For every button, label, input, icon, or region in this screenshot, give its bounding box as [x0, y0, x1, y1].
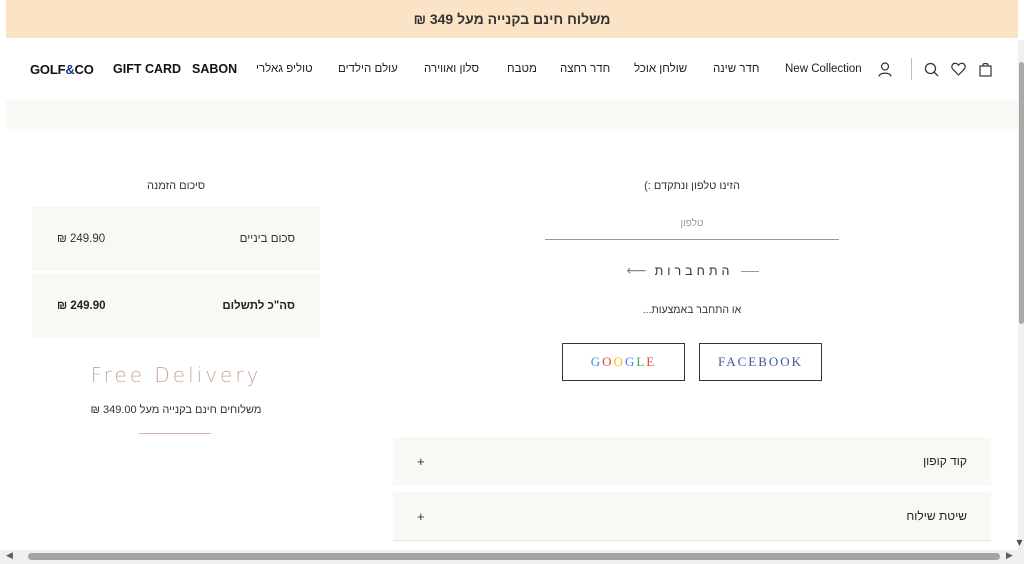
user-icon[interactable] — [876, 60, 894, 78]
logo-part-co: CO — [74, 62, 94, 77]
facebook-label: FACEBOOK — [717, 354, 804, 369]
google-letter: G — [590, 354, 603, 369]
search-icon[interactable] — [922, 60, 940, 78]
scroll-down-arrow-icon[interactable]: ▼ — [1015, 538, 1024, 548]
nav-bedroom[interactable]: חדר שינה — [713, 63, 759, 75]
connect-line — [741, 270, 760, 272]
nav-gift-card[interactable]: GIFT CARD — [113, 62, 181, 76]
accordion-edge — [393, 540, 991, 541]
announcement-text: משלוח חינם בקנייה מעל 349 ₪ — [413, 11, 611, 27]
google-login-button[interactable]: GOOGLE — [562, 343, 685, 381]
google-letter: E — [646, 354, 657, 369]
coupon-title: קוד קופון — [923, 454, 967, 468]
google-letter: O — [613, 354, 625, 369]
total-row: סה"כ לתשלום 249.90 ₪ — [32, 274, 320, 338]
social-login-caption: או התחבר באמצעות... — [642, 304, 742, 316]
logo-part-golf: GOLF — [30, 62, 66, 77]
nav-living-room[interactable]: סלון ואווירה — [424, 63, 479, 75]
nav-kitchen[interactable]: מטבח — [507, 63, 537, 75]
shipping-accordion[interactable]: שיטת שילוח + — [393, 492, 991, 540]
logo-ampersand: & — [65, 62, 75, 77]
order-summary-title: סיכום הזמנה — [146, 180, 206, 192]
google-letter: O — [602, 354, 614, 369]
header-divider — [911, 58, 912, 80]
subtotal-value: 249.90 ₪ — [57, 233, 106, 245]
scroll-left-arrow-icon[interactable]: ◀ — [6, 551, 13, 561]
plus-icon: + — [417, 508, 425, 524]
nav-new-collection[interactable]: New Collection — [785, 63, 862, 75]
nav-bathroom[interactable]: חדר רחצה — [560, 63, 610, 75]
google-letter: G — [624, 354, 637, 369]
phone-input[interactable] — [545, 208, 839, 240]
heart-icon[interactable] — [949, 60, 967, 78]
connect-label: התחברות — [654, 264, 734, 278]
nav-kids-world[interactable]: עולם הילדים — [338, 63, 398, 75]
coupon-accordion[interactable]: קוד קופון + — [393, 437, 991, 485]
nav-dining-table[interactable]: שולחן אוכל — [634, 63, 687, 75]
shipping-title: שיטת שילוח — [906, 509, 967, 523]
facebook-login-button[interactable]: FACEBOOK — [699, 343, 822, 381]
total-label: סה"כ לתשלום — [222, 300, 295, 312]
nav-sabon[interactable]: SABON — [192, 62, 237, 76]
google-label: GOOGLE — [591, 354, 656, 370]
free-delivery-subtitle: משלוחים חינם בקנייה מעל 349.00 ₪ — [90, 404, 262, 416]
subtotal-row: סכום ביניים 249.90 ₪ — [32, 207, 320, 271]
google-letter: L — [636, 354, 647, 369]
vertical-scroll-thumb[interactable] — [1019, 62, 1024, 324]
free-delivery-title: Free Delivery — [90, 363, 262, 387]
site-header: GOLF&CO GIFT CARD SABON טוליפ גאלרי עולם… — [6, 38, 1018, 100]
shopping-bag-icon[interactable] — [976, 60, 994, 78]
nav-tolip-gallery[interactable]: טוליפ גאלרי — [256, 63, 313, 75]
plus-icon: + — [417, 453, 425, 469]
login-title: הזינו טלפון ונתקדם :) — [644, 180, 740, 192]
scroll-right-arrow-icon[interactable]: ▶ — [1006, 551, 1013, 561]
total-value: 249.90 ₪ — [57, 300, 106, 312]
announcement-bar: משלוח חינם בקנייה מעל 349 ₪ — [6, 0, 1018, 38]
connect-button[interactable]: ⟵ התחברות — [618, 259, 768, 283]
arrow-left-icon: ⟵ — [626, 263, 647, 279]
free-delivery-underline — [139, 433, 211, 434]
breadcrumb-band — [6, 100, 1018, 129]
subtotal-label: סכום ביניים — [239, 233, 295, 245]
horizontal-scroll-thumb[interactable] — [28, 553, 1000, 560]
site-logo[interactable]: GOLF&CO — [30, 62, 94, 77]
